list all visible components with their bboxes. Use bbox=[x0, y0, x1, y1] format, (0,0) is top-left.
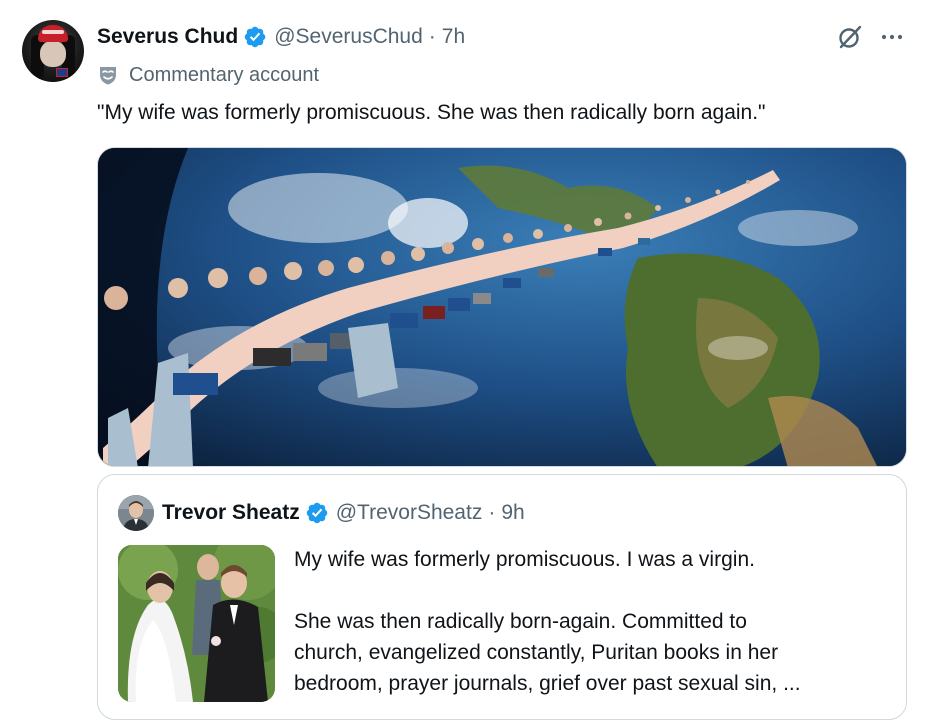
quoted-text-line: bedroom, prayer journals, grief over pas… bbox=[294, 672, 801, 695]
tweet[interactable]: Severus Chud @SeverusChud · 7h Commentar… bbox=[0, 0, 940, 728]
account-label-text: Commentary account bbox=[129, 63, 320, 86]
commentary-mask-icon bbox=[97, 64, 119, 86]
avatar-cap-band bbox=[42, 30, 64, 34]
quoted-tweet-text: My wife was formerly promiscuous. I was … bbox=[294, 544, 894, 699]
quoted-tweet-header: Trevor Sheatz @TrevorSheatz · 9h bbox=[162, 498, 525, 528]
account-label[interactable]: Commentary account bbox=[97, 61, 319, 89]
quoted-header-separator: · bbox=[488, 501, 496, 524]
quoted-author-avatar[interactable] bbox=[118, 495, 154, 531]
quoted-author-handle[interactable]: @TrevorSheatz bbox=[336, 501, 483, 525]
tweet-media-image[interactable] bbox=[97, 147, 907, 467]
earth-meme-image bbox=[98, 148, 906, 466]
quoted-author-display-name[interactable]: Trevor Sheatz bbox=[162, 501, 300, 525]
quoted-text-line: My wife was formerly promiscuous. I was … bbox=[294, 548, 755, 571]
author-display-name[interactable]: Severus Chud bbox=[97, 25, 238, 49]
quoted-text-line: She was then radically born-again. Commi… bbox=[294, 610, 747, 633]
quoted-text-paragraph-gap bbox=[294, 575, 894, 606]
quoted-tweet-timestamp[interactable]: 9h bbox=[501, 501, 524, 525]
avatar-face bbox=[40, 41, 66, 67]
tweet-text: "My wife was formerly promiscuous. She w… bbox=[97, 101, 766, 124]
header-separator: · bbox=[428, 25, 436, 48]
avatar-flag-patch bbox=[56, 68, 68, 77]
verified-badge-icon bbox=[243, 25, 267, 49]
author-avatar[interactable] bbox=[22, 20, 84, 82]
tweet-timestamp[interactable]: 7h bbox=[442, 25, 465, 49]
quoted-text-line: church, evangelized constantly, Puritan … bbox=[294, 641, 779, 664]
author-handle[interactable]: @SeverusChud bbox=[274, 25, 423, 49]
tweet-header: Severus Chud @SeverusChud · 7h bbox=[97, 23, 465, 51]
ellipsis-icon bbox=[881, 34, 903, 40]
quoted-tweet[interactable]: Trevor Sheatz @TrevorSheatz · 9h My wife… bbox=[97, 474, 907, 720]
quoted-media-thumbnail[interactable] bbox=[118, 545, 275, 702]
grok-icon[interactable] bbox=[836, 23, 864, 51]
more-options-button[interactable] bbox=[878, 25, 906, 49]
verified-badge-icon bbox=[305, 501, 329, 525]
